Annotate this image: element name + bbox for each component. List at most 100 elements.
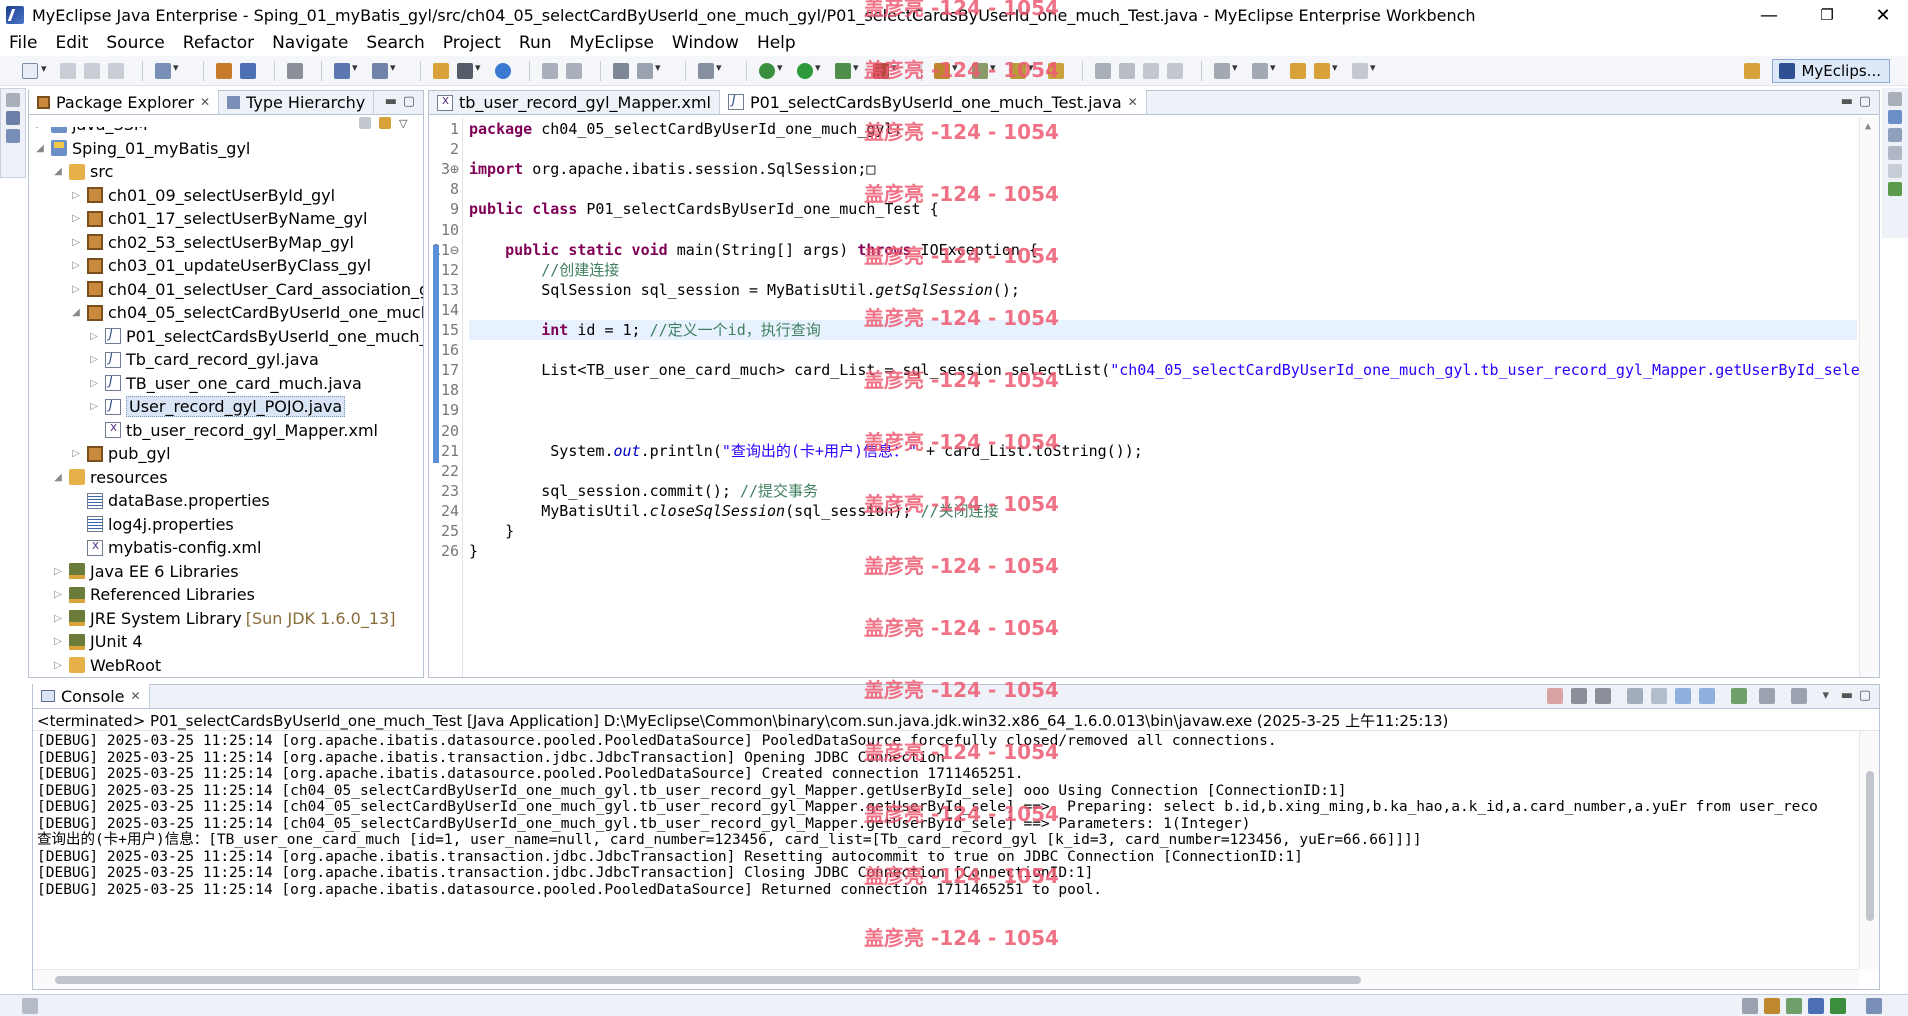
collapse-arrow-icon[interactable]: ◢ (71, 307, 81, 318)
tree-item[interactable]: tb_user_record_gyl_Mapper.xml (89, 419, 378, 442)
open-console-icon[interactable] (1791, 688, 1807, 704)
code-editor[interactable]: 1 2 3⊕ 8 9 10 11⊖ 12 13 14 15 16 17 18 19 20 21 22 23 24 25 2… (429, 117, 1879, 677)
menu-refactor[interactable]: Refactor (174, 33, 263, 53)
show-whitespace-icon[interactable] (1167, 62, 1183, 79)
console-hscroll-thumb[interactable] (55, 976, 1361, 984)
tree-item[interactable]: ▷ ch01_17_selectUserByName_gyl (71, 207, 367, 230)
minimize-view-icon[interactable]: ▬ (1841, 94, 1853, 109)
menu-run[interactable]: Run (510, 33, 561, 53)
save-all-icon[interactable] (84, 62, 100, 79)
expand-arrow-icon[interactable]: ▷ (89, 331, 99, 342)
expand-arrow-icon[interactable]: ▷ (35, 127, 45, 130)
servers-view-icon[interactable] (6, 111, 20, 125)
expand-arrow-icon[interactable]: ▷ (89, 354, 99, 365)
tree-item[interactable]: ▷ ch03_01_updateUserByClass_gyl (71, 254, 371, 277)
outline-view-icon[interactable] (1888, 110, 1902, 124)
word-wrap-icon[interactable] (1675, 688, 1691, 704)
tab-test-java[interactable]: P01_selectCardsByUserId_one_much_Test.ja… (719, 90, 1147, 114)
save-icon[interactable] (60, 62, 76, 79)
menu-search[interactable]: Search (357, 33, 433, 53)
close-icon[interactable]: ✕ (200, 95, 210, 109)
expand-arrow-icon[interactable]: ▷ (71, 213, 81, 224)
menu-file[interactable]: File (0, 33, 46, 53)
status-tool-icon[interactable] (1830, 998, 1846, 1014)
external-tools-icon[interactable] (873, 61, 897, 79)
close-icon[interactable]: ✕ (131, 689, 141, 703)
expand-arrow-icon[interactable]: ▷ (89, 401, 99, 412)
status-tool-icon[interactable] (1786, 998, 1802, 1014)
run-icon[interactable] (797, 61, 821, 79)
expand-arrow-icon[interactable]: ▷ (53, 566, 63, 577)
toggle-mark-occurrences-icon[interactable] (1095, 62, 1111, 79)
collapse-arrow-icon[interactable]: ◢ (35, 143, 45, 154)
tree-item[interactable]: ▷ java_SSM (35, 127, 148, 136)
display-console-icon[interactable] (1759, 688, 1775, 704)
view-menu-icon[interactable]: ▾ (1822, 688, 1829, 703)
tree-item[interactable]: ▷ ch02_53_selectUserByMap_gyl (71, 231, 354, 254)
tree-item[interactable]: ▷ WebRoot (53, 654, 161, 677)
tree-item[interactable]: ▷ ch01_09_selectUserById_gyl (71, 184, 335, 207)
pin-console-icon[interactable] (1731, 688, 1747, 704)
tab-package-explorer[interactable]: Package Explorer ✕ (29, 90, 220, 114)
tree-item[interactable]: ▷ Referenced Libraries (53, 583, 255, 606)
open-type-icon[interactable] (433, 62, 449, 79)
expand-arrow-icon[interactable]: ▷ (89, 378, 99, 389)
restore-icon[interactable] (6, 93, 20, 107)
search-icon[interactable] (972, 61, 996, 79)
db-browser-icon[interactable] (287, 62, 303, 79)
tree-item[interactable]: ▷ pub_gyl (71, 442, 170, 465)
tab-type-hierarchy[interactable]: Type Hierarchy (219, 91, 375, 114)
block-selection-icon[interactable] (1143, 62, 1159, 79)
tree-item[interactable]: mybatis-config.xml (71, 536, 261, 559)
status-tool-icon[interactable] (1764, 998, 1780, 1014)
tree-item[interactable]: ◢ ch04_05_selectCardByUserId_one_much_g (71, 301, 423, 324)
collapse-arrow-icon[interactable]: ◢ (53, 166, 63, 177)
tasks-view-icon[interactable] (1888, 146, 1902, 160)
menu-window[interactable]: Window (663, 33, 748, 53)
tree-item[interactable]: log4j.properties (71, 513, 234, 536)
new-web-project-icon[interactable] (334, 61, 358, 79)
minimize-view-icon[interactable]: ▬ (385, 94, 397, 109)
maximize-view-icon[interactable]: ▢ (1859, 94, 1871, 109)
expand-arrow-icon[interactable]: ▷ (53, 636, 63, 647)
status-tool-icon[interactable] (1742, 998, 1758, 1014)
expand-arrow-icon[interactable]: ▷ (71, 237, 81, 248)
console-vertical-scrollbar[interactable] (1859, 731, 1879, 969)
menu-source[interactable]: Source (97, 33, 173, 53)
run-server-icon[interactable] (457, 61, 481, 79)
close-icon[interactable]: ✕ (1128, 95, 1138, 109)
menu-myeclipse[interactable]: MyEclipse (561, 33, 663, 53)
back-icon[interactable] (1314, 61, 1338, 79)
print-icon[interactable] (108, 62, 124, 79)
minimize-view-icon[interactable]: ▬ (1841, 688, 1853, 703)
remove-all-terminated-icon[interactable] (1595, 688, 1611, 704)
tree-item[interactable]: ◢ src (53, 160, 113, 183)
menu-project[interactable]: Project (434, 33, 510, 53)
palette-view-icon[interactable] (1888, 182, 1902, 196)
maximize-view-icon[interactable]: ▢ (403, 94, 415, 109)
tree-item[interactable]: ▷ JRE System Library [Sun JDK 1.6.0_13] (53, 607, 395, 630)
restore-button[interactable]: ❐ (1804, 0, 1850, 30)
menu-navigate[interactable]: Navigate (263, 33, 357, 53)
folder-icon[interactable] (1048, 62, 1064, 79)
open-task-icon[interactable] (934, 61, 958, 79)
fast-view-icon[interactable] (22, 998, 38, 1014)
expand-arrow-icon[interactable]: ▷ (71, 190, 81, 201)
pin-icon[interactable] (1119, 62, 1135, 79)
open-perspective-icon[interactable] (155, 61, 179, 79)
properties-view-icon[interactable] (1888, 128, 1902, 142)
tree-item[interactable]: ▷ Tb_card_record_gyl.java (89, 348, 319, 371)
tree-item[interactable]: ▷ Java EE 6 Libraries (53, 560, 238, 583)
debug-icon[interactable] (759, 61, 783, 79)
db-explorer-icon[interactable] (6, 129, 20, 143)
coverage-icon[interactable] (835, 61, 859, 79)
restore-icon[interactable] (1888, 92, 1902, 106)
expand-arrow-icon[interactable]: ▷ (53, 589, 63, 600)
new-service-icon[interactable] (372, 61, 396, 79)
terminate-icon[interactable] (1547, 688, 1563, 704)
tree-item[interactable]: ▷ JUnit 4 (53, 630, 142, 653)
close-button[interactable]: ✕ (1860, 0, 1906, 30)
tree-item[interactable]: dataBase.properties (71, 489, 270, 512)
tree-item[interactable]: ▷ ch04_01_selectUser_Card_association_gyl (71, 278, 423, 301)
editor-vertical-scrollbar[interactable]: ▲ (1859, 117, 1879, 677)
